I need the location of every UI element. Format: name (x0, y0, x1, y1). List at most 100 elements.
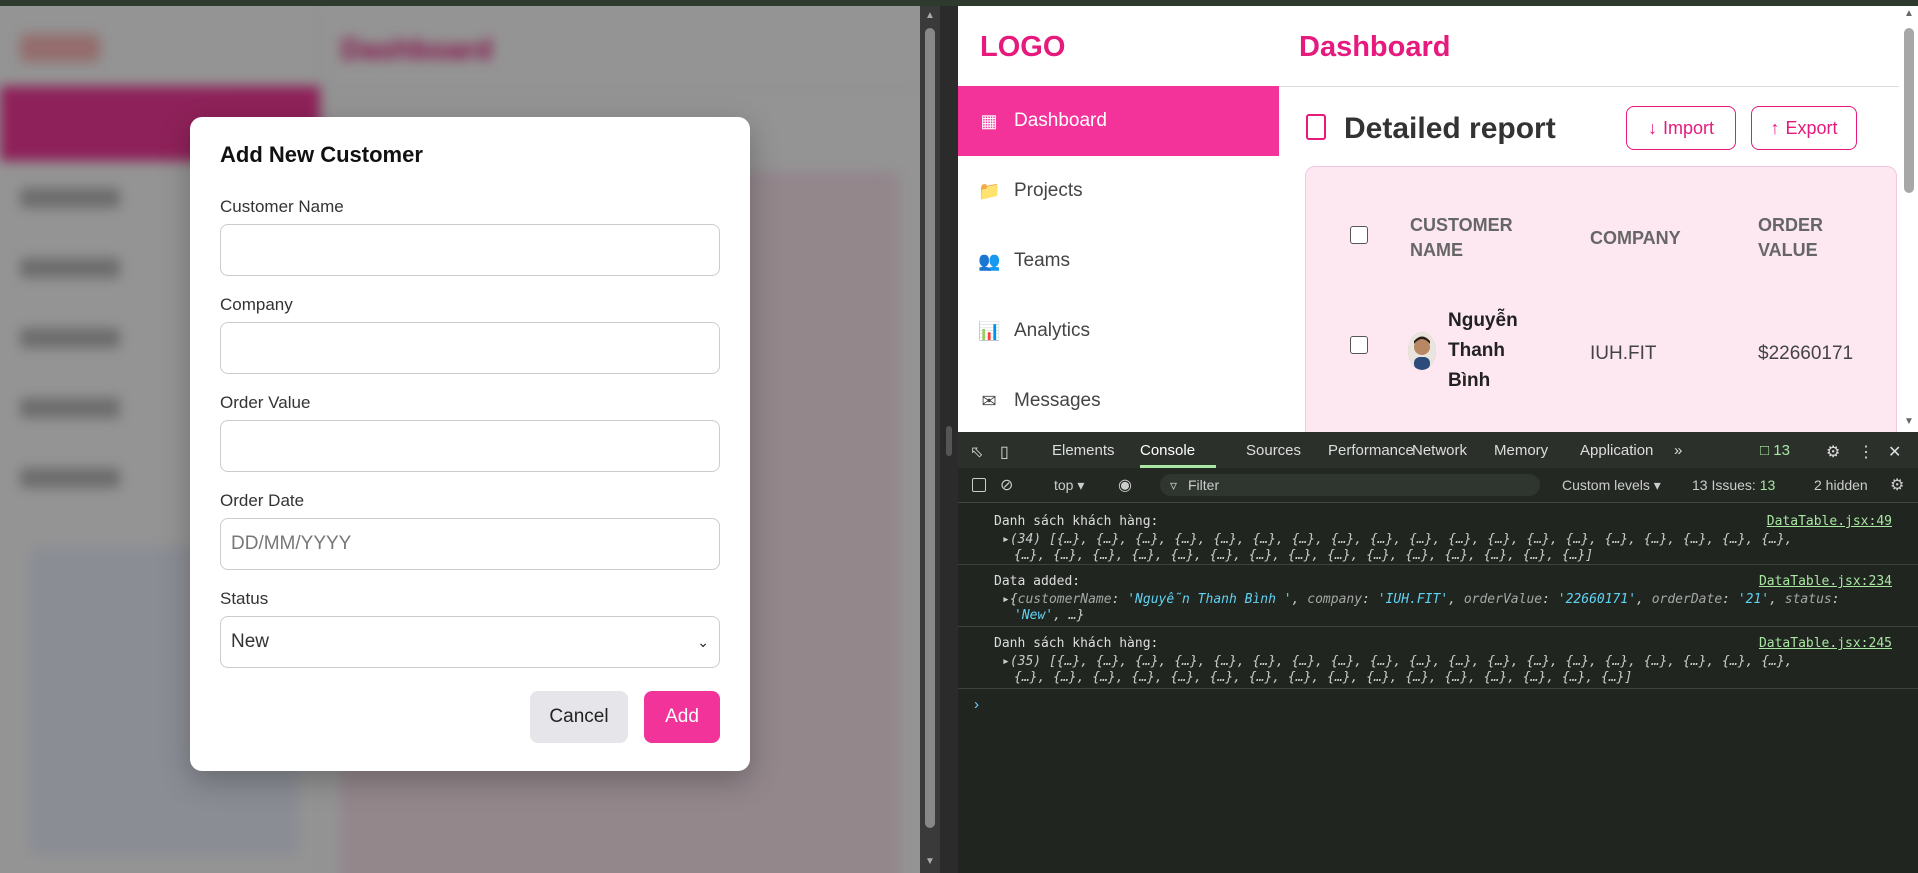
chart-icon: 📊 (978, 320, 1001, 341)
issues-badge[interactable]: □ 13 (1760, 442, 1790, 459)
column-header-order[interactable]: ORDER VALUE (1758, 213, 1848, 263)
tab-sources[interactable]: Sources (1246, 442, 1301, 459)
order-value-label: Order Value (220, 393, 311, 412)
console-log-entry: Danh sách khách hàng: DataTable.jsx:49 ▸… (958, 504, 1918, 565)
add-button[interactable]: Add (644, 691, 720, 743)
message-icon: □ (1760, 442, 1770, 459)
scroll-up-icon[interactable]: ▲ (925, 10, 935, 21)
clear-console-icon[interactable]: ⊘ (1000, 475, 1013, 495)
gear-icon[interactable]: ⚙ (1826, 442, 1840, 462)
log-message: Danh sách khách hàng: (994, 514, 1159, 529)
devtools-panel: ⬁ ▯ Elements Console Sources Performance… (958, 432, 1918, 873)
obj-value: '22660171' (1557, 592, 1637, 607)
close-icon[interactable]: ✕ (1888, 442, 1901, 462)
obj-value: 'IUH.FIT' (1377, 592, 1449, 607)
hidden-count: 2 hidden (1814, 477, 1868, 493)
expand-arrow-icon[interactable]: ▸ (1002, 654, 1010, 669)
export-label: Export (1785, 117, 1838, 138)
log-source-link[interactable]: DataTable.jsx:49 (1767, 514, 1892, 529)
cell-company: IUH.FIT (1590, 343, 1657, 364)
company-input[interactable] (220, 322, 720, 374)
log-array-text: (35) [{…}, {…}, {…}, {…}, {…}, {…}, {…},… (1009, 654, 1793, 669)
sidebar-item-dashboard[interactable]: ▦ Dashboard (958, 86, 1279, 156)
log-array-line[interactable]: ▸(35) [{…}, {…}, {…}, {…}, {…}, {…}, {…}… (1002, 654, 1793, 669)
log-source-link[interactable]: DataTable.jsx:234 (1759, 574, 1892, 589)
company-label: Company (220, 295, 293, 314)
sidebar-item-messages[interactable]: ✉ Messages (958, 366, 1279, 432)
sidebar-item-analytics[interactable]: 📊 Analytics (958, 296, 1279, 366)
sidebar-toggle-icon[interactable] (972, 478, 986, 492)
log-source-link[interactable]: DataTable.jsx:245 (1759, 636, 1892, 651)
status-selected-value: New (231, 631, 270, 652)
import-button[interactable]: ↓ Import (1626, 106, 1736, 150)
avatar (1408, 332, 1436, 370)
console-prompt-icon[interactable]: › (974, 696, 979, 713)
report-title: Detailed report (1344, 112, 1556, 145)
chevron-down-icon: ⌄ (697, 633, 709, 650)
status-label: Status (220, 589, 269, 608)
row-checkbox[interactable] (1350, 336, 1368, 354)
grid-icon: ▦ (980, 110, 998, 131)
obj-key: orderDate (1651, 592, 1723, 607)
sidebar-item-label: Messages (1014, 390, 1101, 411)
import-label: Import (1662, 117, 1714, 138)
obj-key: company (1307, 592, 1363, 607)
inspect-element-icon[interactable]: ⬁ (970, 442, 983, 462)
left-scroll-thumb[interactable] (925, 28, 935, 828)
log-message: Danh sách khách hàng: (994, 636, 1159, 651)
cancel-button[interactable]: Cancel (530, 691, 628, 743)
column-header-customer[interactable]: CUSTOMER NAME (1410, 213, 1530, 263)
expand-arrow-icon[interactable]: ▸ (1002, 592, 1010, 607)
log-array-text: (34) [{…}, {…}, {…}, {…}, {…}, {…}, {…},… (1009, 532, 1793, 547)
left-scrollbar[interactable]: ▲ ▼ (920, 6, 940, 873)
context-select[interactable]: top ▾ (1054, 477, 1084, 494)
folder-icon: 📁 (978, 180, 1001, 201)
log-levels-value: Custom levels (1562, 477, 1650, 493)
tab-memory[interactable]: Memory (1494, 442, 1548, 459)
avatar-image (1408, 332, 1436, 370)
cell-customer-name: Nguyễn Thanh Bình (1448, 310, 1518, 391)
right-scrollbar[interactable]: ▲ ▼ (1900, 6, 1918, 432)
add-customer-modal: Add New Customer Customer Name Company O… (190, 117, 750, 771)
customer-name-input[interactable] (220, 224, 720, 276)
log-array-line[interactable]: ▸(34) [{…}, {…}, {…}, {…}, {…}, {…}, {…}… (1002, 532, 1793, 547)
issues-counter[interactable]: 13 Issues: 13 (1692, 477, 1775, 493)
obj-more: , …} (1053, 608, 1085, 623)
expand-arrow-icon[interactable]: ▸ (1002, 532, 1010, 547)
logo[interactable]: LOGO (980, 31, 1065, 64)
tab-elements[interactable]: Elements (1052, 442, 1115, 459)
eye-icon[interactable]: ◉ (1118, 475, 1132, 495)
device-toolbar-icon[interactable]: ▯ (1000, 442, 1009, 462)
scroll-down-icon[interactable]: ▼ (1904, 416, 1914, 427)
sidebar-item-projects[interactable]: 📁 Projects (958, 156, 1279, 226)
right-scroll-thumb[interactable] (1904, 28, 1914, 193)
divider-handle[interactable] (946, 426, 952, 456)
log-levels-select[interactable]: Custom levels ▾ (1562, 477, 1661, 494)
filter-input[interactable]: ▿ Filter (1160, 474, 1540, 496)
cell-order-value: $22660171 (1758, 343, 1854, 364)
log-object-line[interactable]: ▸{customerName: 'Nguyễn Thanh Bình ', co… (1002, 592, 1840, 607)
split-divider[interactable] (940, 6, 958, 873)
select-all-checkbox[interactable] (1350, 226, 1368, 244)
status-select[interactable]: New ⌄ (220, 616, 720, 668)
more-tabs-icon[interactable]: » (1674, 442, 1682, 459)
order-date-input[interactable] (220, 518, 720, 570)
tab-network[interactable]: Network (1412, 442, 1467, 459)
kebab-menu-icon[interactable]: ⋮ (1858, 442, 1874, 462)
scroll-up-icon[interactable]: ▲ (1904, 8, 1914, 19)
export-button[interactable]: ↑ Export (1751, 106, 1857, 150)
scroll-down-icon[interactable]: ▼ (925, 856, 935, 867)
report-table-panel (1305, 166, 1897, 432)
issues-badge-count: 13 (1773, 442, 1790, 459)
order-value-input[interactable] (220, 420, 720, 472)
devtools-tab-bar: ⬁ ▯ Elements Console Sources Performance… (958, 432, 1918, 469)
tab-performance[interactable]: Performance (1328, 442, 1414, 459)
users-icon: 👥 (978, 250, 1001, 271)
tab-application[interactable]: Application (1580, 442, 1653, 459)
column-header-company[interactable]: COMPANY (1590, 226, 1681, 251)
sidebar-item-label: Analytics (1014, 320, 1091, 341)
issues-counter-count: 13 (1759, 477, 1776, 493)
console-settings-icon[interactable]: ⚙ (1890, 475, 1904, 495)
tab-console[interactable]: Console (1140, 442, 1195, 459)
sidebar-item-teams[interactable]: 👥 Teams (958, 226, 1279, 296)
